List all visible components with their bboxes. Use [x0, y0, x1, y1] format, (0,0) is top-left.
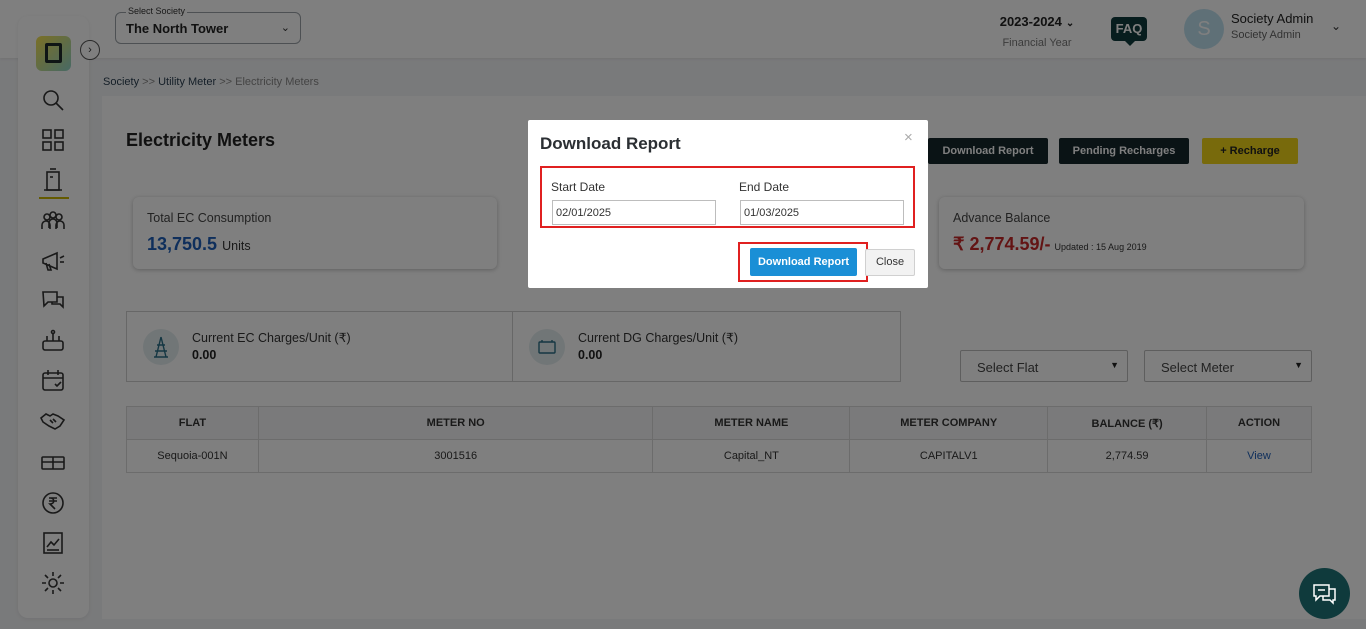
modal-download-report-button[interactable]: Download Report — [750, 248, 857, 276]
modal-title: Download Report — [540, 134, 681, 153]
chat-icon — [1313, 584, 1336, 605]
download-report-modal: Download Report × Start Date End Date Do… — [528, 120, 928, 288]
modal-close-button[interactable]: Close — [865, 249, 915, 276]
start-date-label: Start Date — [551, 180, 606, 194]
end-date-label: End Date — [739, 180, 790, 194]
close-icon[interactable]: × — [904, 129, 913, 146]
modal-backdrop[interactable] — [0, 0, 1366, 629]
end-date-input[interactable] — [740, 200, 904, 225]
start-date-input[interactable] — [552, 200, 716, 225]
chat-support-button[interactable] — [1299, 568, 1350, 619]
